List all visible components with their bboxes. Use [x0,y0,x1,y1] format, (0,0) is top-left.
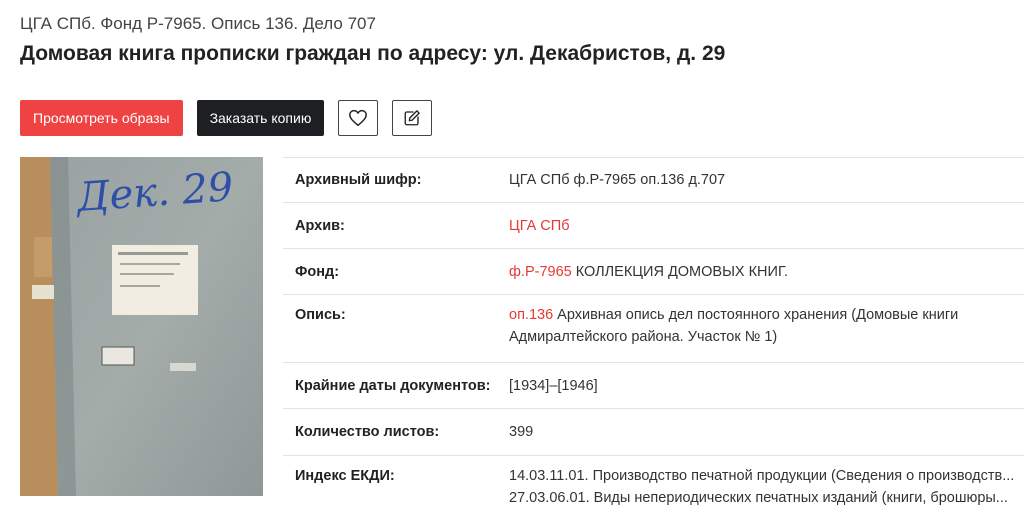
inventory-link[interactable]: оп.136 [509,307,553,323]
row-archival-cipher: Архивный шифр: ЦГА СПб ф.Р-7965 оп.136 д… [283,158,1024,203]
row-fond: Фонд: ф.Р-7965 КОЛЛЕКЦИЯ ДОМОВЫХ КНИГ. [283,249,1024,295]
inventory-title-line2: Адмиралтейского района. Участок № 1) [509,329,778,345]
archive-label: Архив: [295,217,345,234]
favorite-button[interactable] [338,100,379,136]
dates-label: Крайние даты документов: [295,377,491,394]
sheets-value: 399 [509,424,534,440]
heart-icon [349,109,368,127]
cover-illustration: Дек. 29 [20,157,263,496]
inventory-label: Опись: [295,307,346,323]
sheets-label: Количество листов: [295,424,440,440]
row-dates: Крайние даты документов: [1934]–[1946] [283,363,1024,409]
edit-button[interactable] [392,100,433,136]
row-inventory: Опись: оп.136 Архивная опись дел постоян… [283,295,1024,363]
ekdi-value-line1: 14.03.11.01. Производство печатной проду… [509,468,1015,484]
page-title: Домовая книга прописки граждан по адресу… [20,42,726,65]
view-images-button[interactable]: Просмотреть образы [20,100,183,136]
order-copy-button[interactable]: Заказать копию [196,100,325,136]
inventory-title-line1: Архивная опись дел постоянного хранения … [557,307,959,323]
dates-value: [1934]–[1946] [509,377,598,394]
metadata-table: Архивный шифр: ЦГА СПб ф.Р-7965 оп.136 д… [283,157,1024,516]
fond-link[interactable]: ф.Р-7965 [509,264,572,280]
archival-cipher-label: Архивный шифр: [295,172,422,188]
ekdi-label: Индекс ЕКДИ: [295,468,395,484]
document-cover-image[interactable]: Дек. 29 [20,157,263,496]
fond-label: Фонд: [295,263,340,280]
row-sheets: Количество листов: 399 [283,409,1024,456]
fond-title: КОЛЛЕКЦИЯ ДОМОВЫХ КНИГ. [575,263,789,280]
ekdi-value-line2: 27.03.06.01. Виды непериодических печатн… [509,490,1008,506]
archive-link[interactable]: ЦГА СПб [509,218,570,234]
breadcrumb: ЦГА СПб. Фонд Р-7965. Опись 136. Дело 70… [20,14,376,33]
archival-cipher-value: ЦГА СПб ф.Р-7965 оп.136 д.707 [509,172,726,188]
action-bar: Просмотреть образы Заказать копию [20,100,433,136]
row-ekdi: Индекс ЕКДИ: 14.03.11.01. Производство п… [283,456,1024,516]
row-archive: Архив: ЦГА СПб [283,203,1024,249]
edit-icon [404,110,421,126]
